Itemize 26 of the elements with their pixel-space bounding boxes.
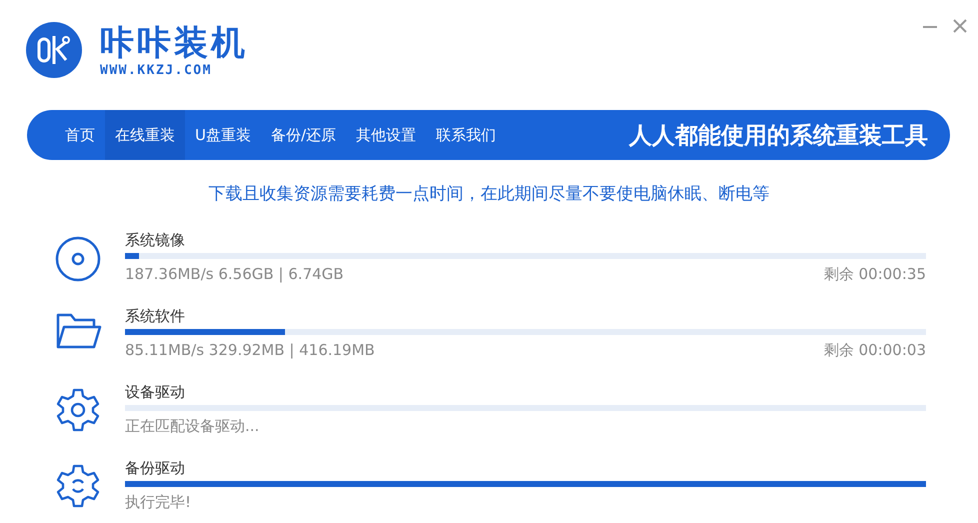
nav-tab[interactable]: 在线重装 xyxy=(105,110,185,160)
close-icon[interactable] xyxy=(952,18,968,34)
task-detail: 187.36MB/s 6.56GB | 6.74GB xyxy=(125,264,344,284)
task-detail: 85.11MB/s 329.92MB | 416.19MB xyxy=(125,340,375,360)
folder-icon xyxy=(54,311,102,351)
notice-text: 下载且收集资源需要耗费一点时间，在此期间尽量不要使电脑休眠、断电等 xyxy=(208,183,770,205)
gear-icon xyxy=(55,387,101,433)
task-title: 设备驱动 xyxy=(125,382,186,403)
nav-tab[interactable]: 备份/还原 xyxy=(260,110,346,160)
nav-tab[interactable]: 联系我们 xyxy=(426,110,506,160)
task-title: 系统镜像 xyxy=(125,230,186,251)
disc-icon xyxy=(54,235,102,283)
slogan: 人人都能使用的系统重装工具 xyxy=(629,122,928,150)
remaining-time: 剩余 00:00:35 xyxy=(824,264,926,284)
nav-tab[interactable]: U盘重装 xyxy=(185,110,261,160)
gear-sync-icon xyxy=(55,463,101,509)
app-name: 咔咔装机 xyxy=(100,22,248,62)
task-detail: 执行完毕! xyxy=(125,492,192,512)
nav-tab[interactable]: 首页 xyxy=(55,110,105,160)
task-detail: 正在匹配设备驱动... xyxy=(125,416,260,436)
remaining-time: 剩余 00:00:03 xyxy=(824,340,926,360)
nav-tab[interactable]: 其他设置 xyxy=(346,110,426,160)
logo-icon xyxy=(26,22,82,78)
task-title: 系统软件 xyxy=(125,306,186,327)
app-url: WWW.KKZJ.COM xyxy=(100,62,213,78)
task-title: 备份驱动 xyxy=(125,458,186,479)
